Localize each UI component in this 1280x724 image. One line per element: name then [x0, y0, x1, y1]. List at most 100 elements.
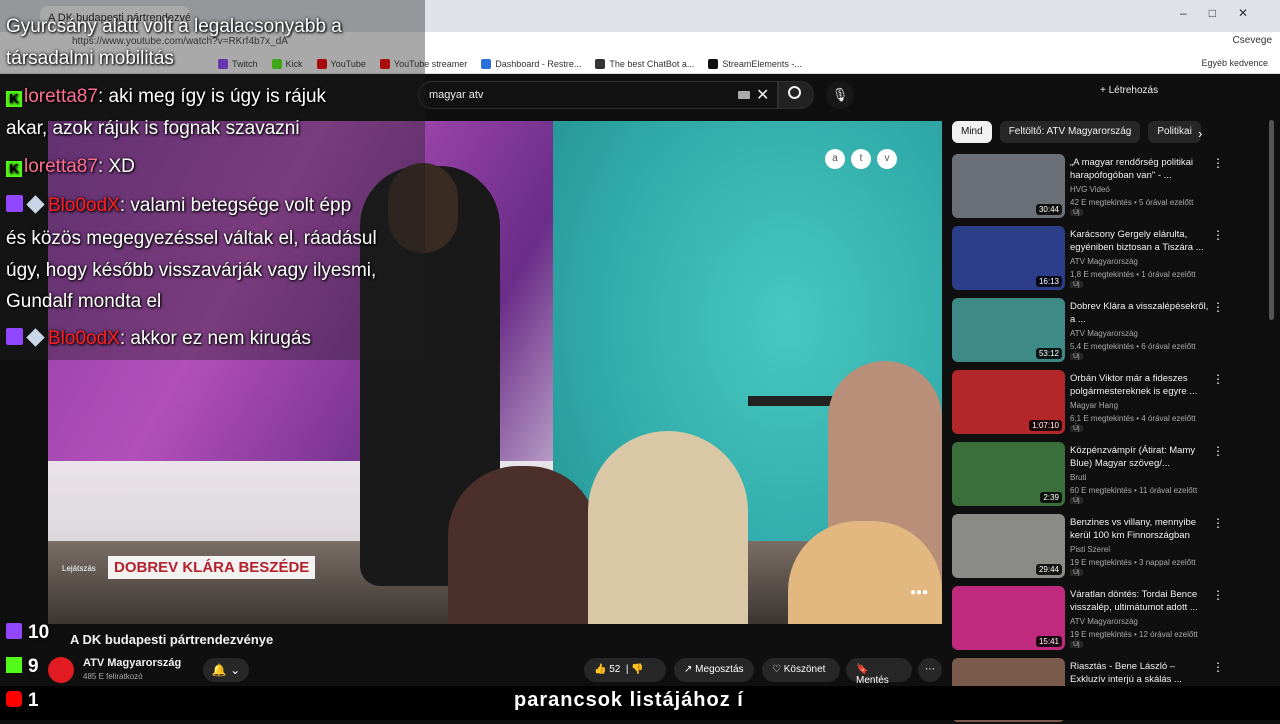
thanks-button[interactable]: ♡ Köszönet — [762, 658, 840, 682]
count-value: 1 — [28, 690, 39, 711]
video-menu-icon[interactable]: ⋮ — [1212, 156, 1224, 170]
chip-political[interactable]: Politikai — [1148, 121, 1201, 143]
video-menu-icon[interactable]: ⋮ — [1212, 228, 1224, 242]
video-thumbnail[interactable]: 53:12 — [952, 298, 1065, 362]
chip-uploader[interactable]: Feltöltő: ATV Magyarország — [999, 121, 1141, 143]
chat-message-text: Gyurcsány alatt volt a legalacsonyabb a — [6, 16, 342, 37]
video-thumbnail[interactable]: 15:41 — [952, 586, 1065, 650]
chat-username: Blo0odX — [48, 328, 120, 349]
like-button[interactable]: 👍 52 | 👎 — [584, 658, 666, 682]
other-bookmarks[interactable]: Egyéb kedvence — [1201, 58, 1268, 68]
video-duration: 29:44 — [1035, 564, 1062, 575]
video-menu-icon[interactable]: ⋮ — [1212, 300, 1224, 314]
channel-name: ATV Magyarország — [1070, 257, 1138, 266]
chat-message-text: : akkor ez nem kirugás — [119, 328, 311, 349]
video-thumbnail[interactable]: 16:13 — [952, 226, 1065, 290]
new-badge: Új — [1070, 569, 1083, 576]
chat-message-text: és közös megegyezéssel váltak el, ráadás… — [6, 228, 377, 249]
video-meta: 5,4 E megtekintés • 6 órával ezelőtt — [1070, 342, 1196, 351]
bookmark-item[interactable]: Dashboard - Restre... — [481, 58, 582, 69]
bookmark-item[interactable]: The best ChatBot a... — [595, 58, 694, 69]
more-dots-icon[interactable]: ●●● — [910, 587, 928, 598]
video-title[interactable]: Váratlan döntés: Tordai Bence visszalép,… — [1070, 588, 1210, 614]
twitch-viewer-count: 10 — [6, 622, 49, 644]
chat-message-text: : XD — [97, 156, 135, 177]
save-button[interactable]: 🔖 Mentés — [846, 658, 912, 686]
video-menu-icon[interactable]: ⋮ — [1212, 588, 1224, 602]
video-thumbnail[interactable]: 1:07:10 — [952, 370, 1065, 434]
video-title[interactable]: „A magyar rendőrség politikai harapófogó… — [1070, 156, 1210, 182]
new-badge: Új — [1070, 353, 1083, 360]
chat-message: Kloretta87: XD — [6, 151, 135, 183]
chat-message-text: társadalmi mobilitás — [6, 48, 174, 69]
recommended-video[interactable]: 2:39 Közpénzvámpír (Átirat: Mamy Blue) Ma… — [952, 442, 1270, 508]
window-controls[interactable]: –□✕ — [1180, 6, 1270, 20]
chat-message-text: akar, azok rájuk is fognak szavazni — [6, 118, 300, 139]
channel-name[interactable]: ATV Magyarország — [83, 657, 181, 669]
new-badge: Új — [1070, 209, 1083, 216]
video-title[interactable]: Orbán Viktor már a fideszes polgármester… — [1070, 372, 1210, 398]
video-title[interactable]: Közpénzvámpír (Átirat: Mamy Blue) Magyar… — [1070, 444, 1210, 470]
recommended-video[interactable]: 30:44 „A magyar rendőrség politikai harap… — [952, 154, 1270, 220]
youtube-icon — [6, 691, 22, 707]
bookmark-item[interactable]: StreamElements -... — [708, 58, 802, 69]
share-button[interactable]: ↗ Megosztás — [674, 658, 754, 682]
bookmark-label: Dashboard - Restre... — [495, 58, 582, 69]
video-meta: 19 E megtekintés • 3 nappal ezelőtt — [1070, 558, 1196, 567]
channel-avatar[interactable] — [48, 657, 74, 683]
lower-third-caption: DOBREV KLÁRA BESZÉDE — [108, 556, 316, 579]
audience-member — [448, 466, 598, 624]
video-thumbnail[interactable]: 30:44 — [952, 154, 1065, 218]
kick-icon: K — [6, 161, 22, 177]
chat-username: Blo0odX — [48, 195, 120, 216]
microphone-button[interactable]: 🎙 — [826, 81, 854, 109]
video-menu-icon[interactable]: ⋮ — [1212, 372, 1224, 386]
thanks-label: Köszönet — [783, 664, 826, 675]
count-value: 10 — [28, 622, 50, 643]
chat-message-text: : valami betegsége volt épp — [119, 195, 352, 216]
video-title[interactable]: Karácsony Gergely elárulta, egyéniben bi… — [1070, 228, 1210, 254]
video-menu-icon[interactable]: ⋮ — [1212, 660, 1224, 674]
create-button[interactable]: + Létrehozás — [1100, 85, 1158, 96]
save-label: Mentés — [856, 675, 889, 686]
notification-bell-button[interactable]: 🔔 ⌄ — [203, 658, 249, 682]
twitch-icon — [6, 623, 22, 639]
subscriber-count: 485 E feliratkozó — [83, 672, 143, 681]
chat-username: loretta87 — [24, 86, 98, 107]
badge-icon — [26, 195, 45, 214]
twitch-icon — [6, 195, 23, 212]
chat-message-text: : aki meg így is úgy is rájuk — [97, 86, 327, 107]
new-badge: Új — [1070, 641, 1083, 648]
recommended-video[interactable]: 29:44 Benzines vs villany, mennyibe kerül… — [952, 514, 1270, 580]
create-label: Létrehozás — [1108, 85, 1159, 96]
video-menu-icon[interactable]: ⋮ — [1212, 516, 1224, 530]
recommended-video[interactable]: 1:07:10 Orbán Viktor már a fideszes polgá… — [952, 370, 1270, 436]
clear-search-icon[interactable]: ✕ — [756, 85, 769, 105]
chip-all[interactable]: Mind — [952, 121, 992, 143]
channel-name: HVG Videó — [1070, 185, 1110, 194]
keyboard-icon[interactable] — [738, 91, 750, 99]
video-title[interactable]: Dobrev Klára a visszalépésekről, a ... — [1070, 300, 1210, 326]
video-thumbnail[interactable]: 2:39 — [952, 442, 1065, 506]
video-duration: 15:41 — [1035, 636, 1062, 647]
video-title[interactable]: Riasztás - Bene László – Exkluzív interj… — [1070, 660, 1210, 686]
logo-letter: t — [851, 149, 871, 169]
audience-member — [588, 431, 748, 624]
logo-letter: v — [877, 149, 897, 169]
video-duration: 2:39 — [1040, 492, 1062, 503]
video-menu-icon[interactable]: ⋮ — [1212, 444, 1224, 458]
more-actions-button[interactable]: ⋯ — [918, 658, 942, 682]
recommended-video[interactable]: 53:12 Dobrev Klára a visszalépésekről, a … — [952, 298, 1270, 364]
new-badge: Új — [1070, 425, 1083, 432]
ticker-text: parancsok listájához í — [514, 689, 744, 711]
profile-chat-label[interactable]: Csevege — [1233, 35, 1272, 46]
video-thumbnail[interactable]: 29:44 — [952, 514, 1065, 578]
recommended-video[interactable]: 16:13 Karácsony Gergely elárulta, egyénib… — [952, 226, 1270, 292]
search-input[interactable]: magyar atv — [418, 81, 778, 109]
chevron-right-icon[interactable]: › — [1198, 126, 1202, 141]
video-title[interactable]: Benzines vs villany, mennyibe kerül 100 … — [1070, 516, 1210, 542]
video-duration: 1:07:10 — [1029, 420, 1062, 431]
recommended-video[interactable]: 15:41 Váratlan döntés: Tordai Bence vissz… — [952, 586, 1270, 652]
sidebar-scrollbar[interactable] — [1269, 120, 1274, 320]
chat-message: Blo0odX: valami betegsége volt épp — [6, 190, 351, 222]
